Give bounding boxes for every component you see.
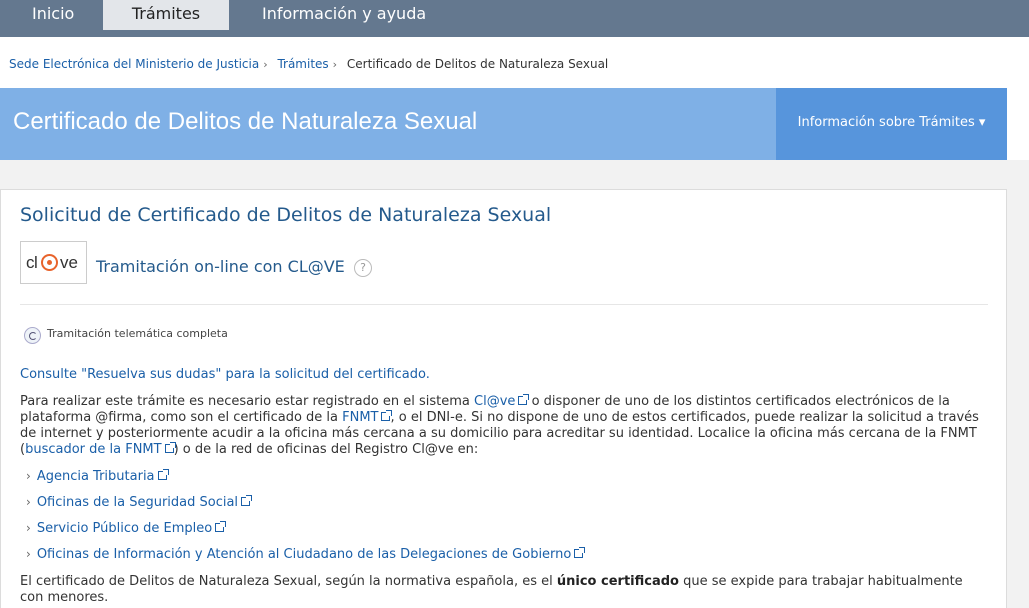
breadcrumb-separator: ›	[263, 58, 268, 71]
external-link-icon	[381, 410, 393, 421]
tab-tramites[interactable]: Trámites	[103, 0, 229, 30]
clave-logo-text-cl: cl	[26, 253, 38, 272]
telematic-label: Tramitación telemática completa	[47, 327, 228, 340]
chevron-right-icon: ›	[26, 469, 31, 483]
faq-link[interactable]: Consulte "Resuelva sus dudas" para la so…	[20, 367, 430, 382]
agencia-tributaria-link[interactable]: Agencia Tributaria	[37, 469, 155, 484]
header-band: Certificado de Delitos de Naturaleza Sex…	[0, 88, 776, 160]
clave-logo-text-ve: ve	[60, 253, 78, 272]
info-tramites-button[interactable]: Información sobre Trámites ▾	[776, 88, 1007, 160]
external-link-icon	[241, 495, 253, 506]
telematic-icon	[24, 327, 41, 344]
servicio-empleo-link[interactable]: Servicio Público de Empleo	[37, 521, 212, 536]
emphasis-text: único certificado	[556, 574, 679, 589]
breadcrumb-tramites[interactable]: Trámites	[277, 57, 328, 71]
card-title: Solicitud de Certificado de Delitos de N…	[20, 204, 552, 226]
list-item: › Servicio Público de Empleo	[26, 521, 227, 536]
help-icon[interactable]: ?	[354, 259, 372, 277]
external-link-icon	[157, 469, 169, 480]
external-link-icon	[164, 442, 176, 453]
page-title: Certificado de Delitos de Naturaleza Sex…	[13, 108, 478, 135]
top-navigation: Inicio Trámites Información y ayuda	[0, 0, 1029, 37]
clave-link[interactable]: Cl@ve	[474, 394, 515, 409]
external-link-icon	[518, 394, 530, 405]
chevron-right-icon: ›	[26, 521, 31, 535]
breadcrumb-separator: ›	[332, 58, 338, 71]
breadcrumb-current: Certificado de Delitos de Naturaleza Sex…	[346, 57, 609, 71]
tab-informacion-ayuda[interactable]: Información y ayuda	[262, 0, 426, 30]
clave-online-link[interactable]: Tramitación on-line con CL@VE	[96, 257, 345, 276]
delegaciones-gobierno-link[interactable]: Oficinas de Información y Atención al Ci…	[37, 547, 572, 562]
breadcrumb: Sede Electrónica del Ministerio de Justi…	[9, 57, 608, 71]
list-item: › Agencia Tributaria	[26, 469, 169, 484]
chevron-right-icon: ›	[26, 547, 31, 561]
external-link-icon	[574, 547, 586, 558]
fnmt-search-link[interactable]: buscador de la FNMT	[25, 442, 162, 457]
divider	[20, 304, 988, 305]
external-link-icon	[215, 521, 227, 532]
certificate-note-paragraph: El certificado de Delitos de Naturaleza …	[20, 574, 963, 605]
breadcrumb-sede[interactable]: Sede Electrónica del Ministerio de Justi…	[9, 57, 259, 71]
seguridad-social-link[interactable]: Oficinas de la Seguridad Social	[37, 495, 238, 510]
clave-at-icon	[41, 254, 58, 271]
list-item: › Oficinas de la Seguridad Social	[26, 495, 253, 510]
tab-inicio[interactable]: Inicio	[32, 0, 74, 30]
clave-logo: cl ve	[20, 241, 87, 284]
chevron-right-icon: ›	[26, 495, 31, 509]
requirements-paragraph: Para realizar este trámite es necesario …	[20, 394, 979, 457]
fnmt-link[interactable]: FNMT	[342, 410, 378, 425]
list-item: › Oficinas de Información y Atención al C…	[26, 547, 586, 562]
